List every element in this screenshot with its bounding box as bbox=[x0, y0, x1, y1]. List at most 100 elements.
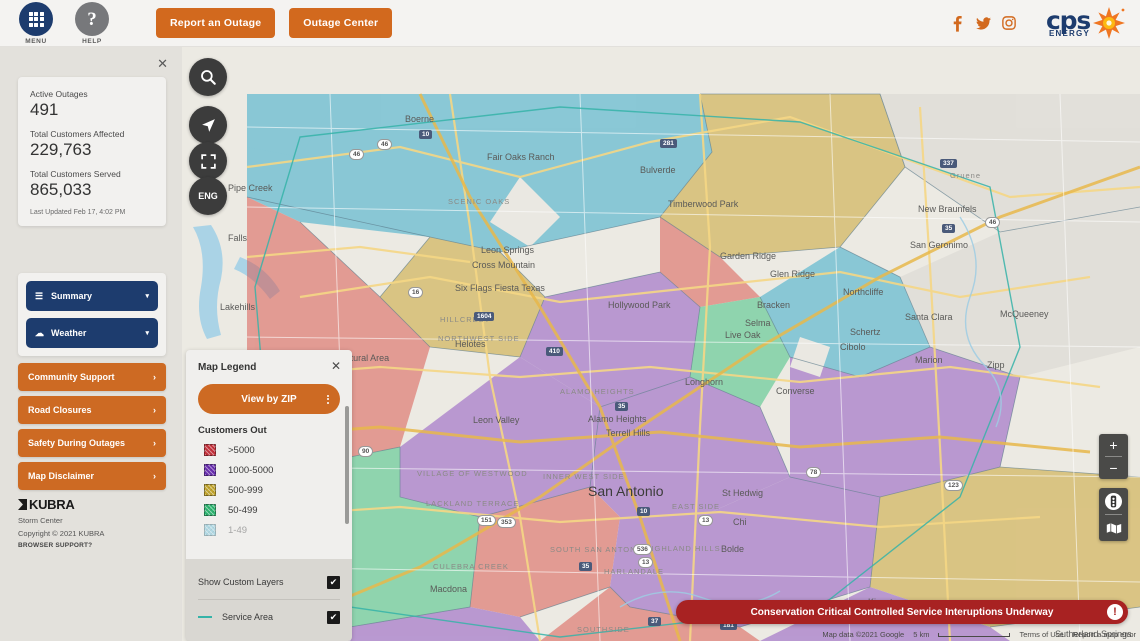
outage-stats-card: Active Outages 491 Total Customers Affec… bbox=[18, 77, 166, 226]
show-custom-layers-row[interactable]: Show Custom Layers ✔ bbox=[198, 569, 340, 595]
route-shield: 37 bbox=[648, 617, 662, 626]
weather-dropdown[interactable]: ☁ Weather ▾ bbox=[26, 318, 158, 348]
legend-item[interactable]: >5000 bbox=[198, 444, 340, 456]
help-label: HELP bbox=[82, 38, 102, 45]
menu-button[interactable]: MENU bbox=[8, 1, 64, 45]
route-shield: 35 bbox=[615, 402, 629, 411]
instagram-icon[interactable] bbox=[996, 16, 1022, 30]
list-icon: ☰ bbox=[35, 290, 44, 301]
route-shield: 46 bbox=[985, 217, 1001, 228]
service-area-checkbox[interactable]: ✔ bbox=[327, 610, 340, 624]
traffic-button[interactable] bbox=[1099, 488, 1128, 514]
facebook-icon[interactable] bbox=[944, 15, 970, 32]
outage-center-button[interactable]: Outage Center bbox=[289, 8, 393, 38]
help-button[interactable]: ? HELP bbox=[64, 1, 120, 45]
active-outages-value: 491 bbox=[30, 100, 59, 119]
map-language-button[interactable]: ENG bbox=[189, 177, 227, 215]
legend-scrollbar[interactable] bbox=[345, 406, 349, 524]
route-shield: 35 bbox=[942, 224, 956, 233]
summary-dropdown-label: Summary bbox=[51, 291, 93, 301]
twitter-icon[interactable] bbox=[970, 16, 996, 30]
cloud-rain-icon: ☁ bbox=[35, 327, 44, 338]
safety-during-outages-button[interactable]: Safety During Outages › bbox=[18, 429, 166, 457]
legend-close-button[interactable]: ✕ bbox=[331, 360, 341, 372]
cps-energy-logo[interactable]: cps ENERGY bbox=[1046, 6, 1126, 40]
route-shield: 13 bbox=[698, 515, 714, 526]
community-support-label: Community Support bbox=[28, 372, 115, 382]
chevron-right-icon: › bbox=[153, 438, 156, 448]
browser-support-link[interactable]: BROWSER SUPPORT? bbox=[18, 542, 104, 549]
route-shield: 353 bbox=[497, 517, 516, 528]
route-shield: 410 bbox=[546, 347, 563, 356]
legend-item-label: 50-499 bbox=[228, 504, 258, 516]
route-shield: 151 bbox=[477, 515, 496, 526]
legend-footer: Show Custom Layers ✔ Service Area ✔ bbox=[186, 559, 352, 630]
route-shield: 16 bbox=[408, 287, 424, 298]
alert-banner[interactable]: Conservation Critical Controlled Service… bbox=[676, 600, 1128, 624]
map-data-text: Map data ©2021 Google bbox=[822, 630, 905, 639]
view-by-zip-label: View by ZIP bbox=[241, 393, 297, 405]
navigate-icon bbox=[201, 118, 215, 132]
route-shield: 1604 bbox=[474, 312, 495, 321]
report-map-error-link[interactable]: Report a map error bbox=[1073, 630, 1136, 639]
route-shield: 536 bbox=[633, 544, 652, 555]
community-support-button[interactable]: Community Support › bbox=[18, 363, 166, 391]
map-locate-button[interactable] bbox=[189, 106, 227, 144]
route-shield: 123 bbox=[944, 480, 963, 491]
route-shield: 35 bbox=[579, 562, 593, 571]
alert-banner-text: Conservation Critical Controlled Service… bbox=[750, 606, 1054, 618]
language-label: ENG bbox=[198, 191, 218, 201]
legend-item-label: 1-49 bbox=[228, 524, 248, 536]
route-shield: 46 bbox=[377, 139, 393, 150]
alert-info-icon[interactable]: ! bbox=[1107, 604, 1123, 620]
kubra-logo: KUBRA bbox=[18, 497, 104, 512]
legend-item[interactable]: 500-999 bbox=[198, 484, 340, 496]
customers-affected-label: Total Customers Affected bbox=[30, 129, 125, 139]
weather-dropdown-label: Weather bbox=[51, 328, 87, 338]
active-outages-label: Active Outages bbox=[30, 89, 88, 99]
sidebar-footer: KUBRA Storm Center Copyright © 2021 KUBR… bbox=[18, 497, 104, 549]
show-custom-layers-checkbox[interactable]: ✔ bbox=[327, 575, 340, 589]
cps-logo-sub: ENERGY bbox=[1049, 29, 1090, 38]
map-fullscreen-button[interactable] bbox=[189, 142, 227, 180]
legend-item[interactable]: 1000-5000 bbox=[198, 464, 340, 476]
customers-affected-value: 229,763 bbox=[30, 140, 92, 159]
chevron-right-icon: › bbox=[153, 405, 156, 415]
service-area-row[interactable]: Service Area ✔ bbox=[198, 604, 340, 630]
kubra-brand-text: KUBRA bbox=[29, 497, 75, 512]
view-by-zip-button[interactable]: View by ZIP bbox=[198, 384, 340, 414]
map-attribution: Map data ©2021 Google 5 km Terms of Use … bbox=[813, 630, 1136, 639]
chevron-down-icon: ▾ bbox=[145, 330, 149, 337]
sidebar-dropdown-card: ☰ Summary ▾ ☁ Weather ▾ bbox=[18, 273, 166, 356]
cps-logo-text: cps ENERGY bbox=[1046, 8, 1091, 38]
road-closures-button[interactable]: Road Closures › bbox=[18, 396, 166, 424]
kubra-mark-icon bbox=[18, 499, 27, 510]
legend-swatch bbox=[204, 464, 216, 476]
legend-item[interactable]: 50-499 bbox=[198, 504, 340, 516]
map-search-button[interactable] bbox=[189, 58, 227, 96]
map-zoom-control[interactable]: + − bbox=[1099, 434, 1128, 479]
road-closures-label: Road Closures bbox=[28, 405, 92, 415]
report-an-outage-button[interactable]: Report an Outage bbox=[156, 8, 276, 38]
legend-item-label: 500-999 bbox=[228, 484, 263, 496]
legend-item[interactable]: 1-49 bbox=[198, 524, 340, 536]
route-shield: 281 bbox=[660, 139, 677, 148]
zoom-in-button[interactable]: + bbox=[1099, 434, 1128, 456]
sidebar-close-button[interactable]: ✕ bbox=[157, 57, 168, 70]
chevron-right-icon: › bbox=[153, 471, 156, 481]
route-shield: 13 bbox=[638, 557, 654, 568]
cps-starburst-icon bbox=[1092, 6, 1126, 40]
map-layers-button[interactable] bbox=[1099, 515, 1128, 541]
fullscreen-icon bbox=[200, 153, 216, 169]
legend-body: Map Legend ✕ View by ZIP Customers Out >… bbox=[186, 350, 352, 559]
menu-label: MENU bbox=[25, 38, 47, 45]
search-icon bbox=[201, 70, 216, 85]
route-shield: 10 bbox=[419, 130, 433, 139]
terms-of-use-link[interactable]: Terms of Use bbox=[1019, 630, 1063, 639]
map-disclaimer-button[interactable]: Map Disclaimer › bbox=[18, 462, 166, 490]
more-options-icon[interactable] bbox=[327, 394, 329, 404]
top-header: MENU ? HELP Report an Outage Outage Cent… bbox=[0, 0, 1140, 47]
summary-dropdown[interactable]: ☰ Summary ▾ bbox=[26, 281, 158, 311]
map-overlay-control[interactable] bbox=[1099, 488, 1128, 541]
zoom-out-button[interactable]: − bbox=[1099, 457, 1128, 479]
